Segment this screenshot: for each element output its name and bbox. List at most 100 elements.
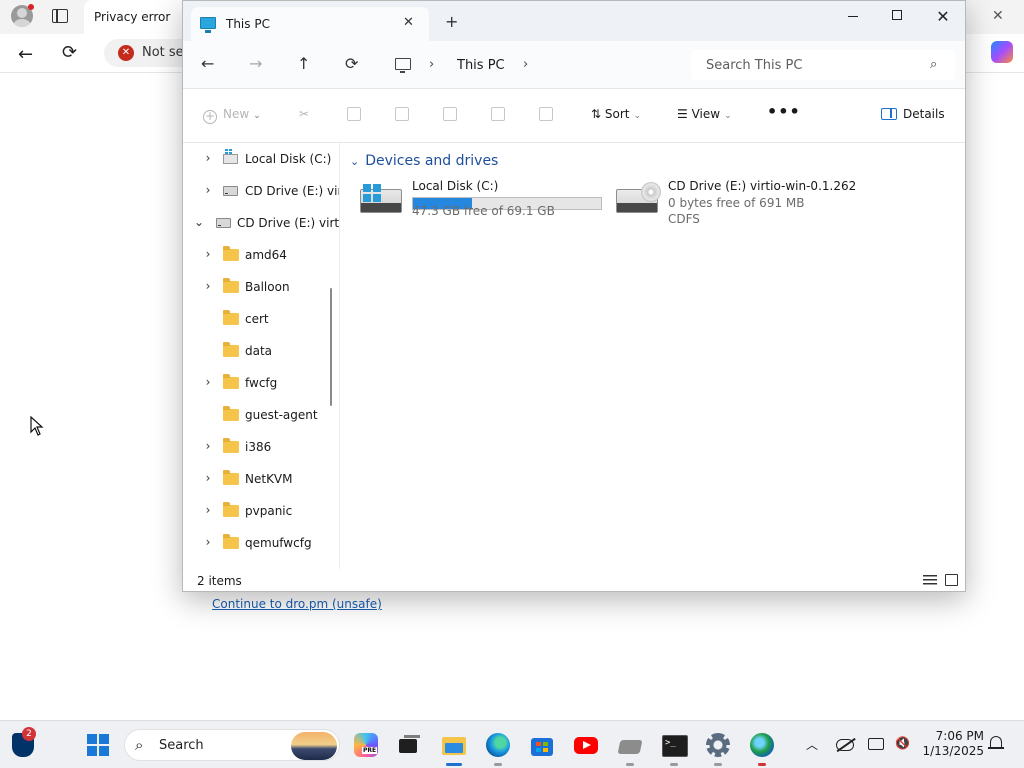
nav-item[interactable]: ⌄ CD Drive (E:) virtio-win-0.1.262 <box>183 207 339 239</box>
expand-chevron-icon[interactable]: › <box>202 503 214 517</box>
view-button[interactable]: ☰ View ⌄ <box>677 107 732 121</box>
rename-button[interactable] <box>443 107 457 122</box>
expand-chevron-icon[interactable]: › <box>202 151 214 165</box>
minimize-button[interactable] <box>841 7 865 27</box>
edge-browser-icon[interactable] <box>486 733 510 757</box>
navigation-scrollbar-thumb[interactable] <box>330 288 332 406</box>
nav-item[interactable]: › NetKVM <box>183 463 339 495</box>
back-arrow-icon[interactable]: ← <box>201 54 214 73</box>
terminal-icon[interactable] <box>662 733 688 757</box>
globe-app-icon[interactable] <box>750 733 774 757</box>
breadcrumb-chevron-icon[interactable]: › <box>429 57 434 72</box>
nav-item[interactable]: cert <box>183 303 339 335</box>
expand-chevron-icon[interactable]: › <box>202 439 214 453</box>
nav-item[interactable]: guest-agent <box>183 399 339 431</box>
breadcrumb-chevron-icon[interactable]: › <box>523 57 528 72</box>
tab-actions-icon[interactable] <box>52 9 68 23</box>
more-options-button[interactable]: ••• <box>767 102 801 121</box>
breadcrumb[interactable]: › This PC › <box>389 51 675 79</box>
nav-item-label: data <box>245 344 273 358</box>
expand-chevron-icon[interactable]: › <box>202 535 214 549</box>
folder-icon <box>223 246 239 261</box>
expand-chevron-icon[interactable]: › <box>202 183 214 197</box>
browser-back-icon[interactable]: ← <box>18 44 33 65</box>
expand-chevron-icon[interactable]: › <box>202 247 214 261</box>
copy-button[interactable] <box>347 107 361 122</box>
nav-item[interactable]: › pvpanic <box>183 495 339 527</box>
sort-button[interactable]: ⇅ Sort ⌄ <box>591 107 641 121</box>
details-view-icon[interactable] <box>923 574 937 586</box>
up-arrow-icon[interactable]: ↑ <box>297 54 310 73</box>
cut-button[interactable]: ✂ <box>299 107 309 121</box>
nav-item[interactable]: › fwcfg <box>183 367 339 399</box>
nav-item[interactable]: › Balloon <box>183 271 339 303</box>
network-icon[interactable] <box>868 738 884 750</box>
copy-icon <box>347 107 361 121</box>
notifications-bell-icon[interactable] <box>988 735 1004 751</box>
microsoft-store-icon[interactable] <box>530 733 554 757</box>
minimize-icon <box>848 16 858 17</box>
continue-unsafe-link[interactable]: Continue to dro.pm (unsafe) <box>212 597 382 611</box>
youtube-icon[interactable] <box>574 737 598 754</box>
new-button[interactable]: + New ⌄ <box>203 107 261 124</box>
show-hidden-icons-chevron-icon[interactable]: ︿ <box>806 736 818 753</box>
tab-close-icon[interactable]: ✕ <box>403 15 414 30</box>
security-error-icon[interactable]: ✕ <box>118 45 134 61</box>
share-icon <box>491 107 505 121</box>
delete-button[interactable] <box>539 107 553 122</box>
expand-chevron-icon[interactable]: › <box>202 471 214 485</box>
explorer-tab-title: This PC <box>226 17 270 31</box>
file-explorer-icon[interactable] <box>442 733 466 757</box>
status-bar: 2 items <box>183 569 965 591</box>
nav-item[interactable]: › CD Drive (E:) virtio-win-0.1.262 <box>183 175 339 207</box>
sort-label: Sort <box>604 107 630 121</box>
browser-reload-icon[interactable]: ⟳ <box>62 42 77 63</box>
volume-muted-icon[interactable]: 🔇 <box>895 736 910 750</box>
refresh-icon[interactable]: ⟳ <box>345 54 358 73</box>
cd-drive-icon <box>616 182 661 213</box>
nav-item-label: CD Drive (E:) virtio-win-0.1.262 <box>245 184 339 198</box>
search-input[interactable]: Search This PC ⌕ <box>691 50 955 80</box>
drive-filesystem: CDFS <box>668 212 700 226</box>
start-button[interactable] <box>86 733 110 757</box>
paste-button[interactable] <box>395 107 409 122</box>
nav-item[interactable]: › qemufwcfg <box>183 527 339 559</box>
collapse-chevron-icon[interactable]: ⌄ <box>193 215 205 229</box>
close-window-button[interactable]: ✕ <box>931 7 955 27</box>
drive-tile-cd-drive[interactable]: CD Drive (E:) virtio-win-0.1.262 0 bytes… <box>616 179 886 229</box>
nav-item[interactable]: › amd64 <box>183 239 339 271</box>
taskbar-search-box[interactable]: ⌕ Search <box>124 729 340 761</box>
explorer-tab-this-pc[interactable]: This PC ✕ <box>191 7 429 41</box>
nav-item[interactable]: › Local Disk (C:) <box>183 143 339 175</box>
browser-close-icon[interactable]: ✕ <box>992 8 1004 24</box>
share-button[interactable] <box>491 107 505 122</box>
system-clock[interactable]: 7:06 PM 1/13/2025 <box>920 729 984 759</box>
browser-tab-privacy-error[interactable]: Privacy error <box>84 0 194 34</box>
snipping-tool-icon[interactable] <box>618 733 642 757</box>
nav-item-label: NetKVM <box>245 472 293 486</box>
command-bar: + New ⌄ ✂ ⇅ Sort ⌄ ☰ View ⌄ ••• Details <box>183 90 965 143</box>
nav-item[interactable]: › i386 <box>183 431 339 463</box>
task-view-icon[interactable] <box>398 733 422 757</box>
nav-item-label: guest-agent <box>245 408 318 422</box>
devices-and-drives-group[interactable]: ⌄ Devices and drives <box>350 153 498 169</box>
folder-icon <box>223 502 239 517</box>
drive-name: CD Drive (E:) virtio-win-0.1.262 <box>668 179 857 193</box>
breadcrumb-this-pc[interactable]: This PC <box>457 58 505 73</box>
drive-tile-local-disk[interactable]: Local Disk (C:) 47.3 GB free of 69.1 GB <box>360 179 604 229</box>
expand-chevron-icon[interactable]: › <box>202 375 214 389</box>
copilot-app-icon[interactable] <box>354 733 378 757</box>
this-pc-icon <box>200 17 216 33</box>
chevron-down-icon: ⌄ <box>350 155 360 168</box>
forward-arrow-icon[interactable]: → <box>249 54 262 73</box>
details-button[interactable]: Details <box>881 107 945 121</box>
expand-chevron-icon[interactable]: › <box>202 279 214 293</box>
tiles-view-icon[interactable] <box>945 574 958 586</box>
nav-item[interactable]: data <box>183 335 339 367</box>
cd-disc-icon <box>641 182 661 202</box>
settings-gear-icon[interactable] <box>706 733 730 757</box>
sort-icon: ⇅ <box>591 107 602 121</box>
copilot-icon[interactable] <box>991 41 1013 63</box>
onedrive-offline-icon[interactable] <box>836 739 854 751</box>
new-tab-button[interactable]: + <box>445 14 458 30</box>
